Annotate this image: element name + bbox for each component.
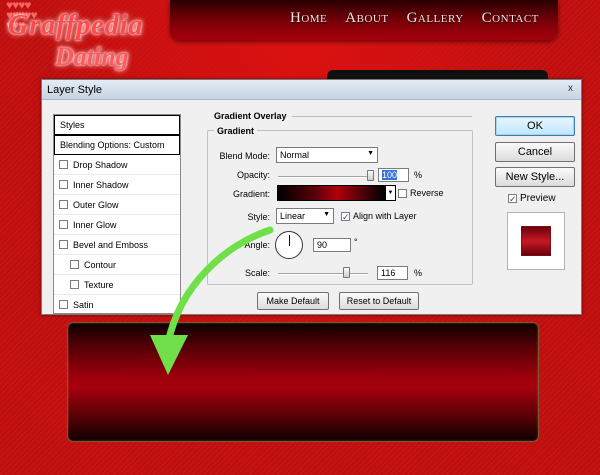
new-style-button[interactable]: New Style... — [495, 167, 575, 187]
style-item-label: Outer Glow — [73, 199, 119, 210]
site-logo[interactable]: ♥♥♥♥ ♥♥♥♥♥ ♥♥♥ Graffpedia Dating — [0, 0, 170, 80]
checkbox[interactable] — [59, 240, 68, 249]
style-item-texture[interactable]: Texture — [54, 275, 180, 295]
scale-slider-thumb[interactable] — [343, 267, 350, 278]
style-item-label: Contour — [84, 259, 117, 270]
style-item-label: Texture — [84, 279, 114, 290]
checkbox[interactable] — [70, 260, 79, 269]
style-item-inner-shadow[interactable]: Inner Shadow — [54, 175, 180, 195]
preview-checkbox[interactable] — [508, 194, 517, 203]
blending-options-item[interactable]: Blending Options: Custom — [54, 135, 180, 155]
style-preview — [507, 212, 565, 270]
group-title: Gradient — [214, 126, 258, 136]
opacity-unit: % — [414, 170, 423, 180]
style-label: Style: — [247, 212, 270, 222]
scale-value: 116 — [381, 268, 396, 278]
close-icon[interactable]: x — [564, 83, 577, 96]
style-item-outer-glow[interactable]: Outer Glow — [54, 195, 180, 215]
opacity-slider[interactable] — [278, 176, 371, 178]
angle-unit: ° — [354, 237, 358, 247]
checkbox[interactable] — [70, 280, 79, 289]
nav-about[interactable]: About — [345, 10, 388, 27]
style-item-label: Bevel and Emboss — [73, 239, 149, 250]
scale-input[interactable]: 116 — [377, 266, 408, 280]
opacity-slider-thumb[interactable] — [367, 170, 374, 181]
section-title: Gradient Overlay — [214, 111, 287, 121]
reverse-checkbox[interactable] — [398, 188, 407, 198]
logo-subtitle: Dating — [55, 42, 129, 71]
checkbox[interactable] — [59, 160, 68, 169]
style-item-drop-shadow[interactable]: Drop Shadow — [54, 155, 180, 175]
preview-label: Preview — [520, 193, 556, 204]
align-with-layer-label: Align with Layer — [353, 211, 417, 221]
result-gradient-box — [67, 322, 539, 442]
checkbox[interactable] — [59, 300, 68, 309]
blend-mode-value: Normal — [280, 150, 310, 160]
angle-label: Angle: — [244, 240, 270, 250]
preview-option[interactable]: Preview — [508, 193, 556, 204]
align-with-layer-option[interactable]: Align with Layer — [341, 211, 417, 221]
main-nav: Home About Gallery Contact — [290, 10, 539, 27]
gradient-swatch[interactable] — [277, 185, 386, 201]
align-with-layer-checkbox[interactable] — [341, 211, 350, 221]
ok-button[interactable]: OK — [495, 116, 575, 136]
section-divider — [292, 116, 472, 117]
style-item-bevel-emboss[interactable]: Bevel and Emboss — [54, 235, 180, 255]
checkbox[interactable] — [59, 200, 68, 209]
checkbox[interactable] — [59, 220, 68, 229]
dialog-title: Layer Style — [47, 83, 103, 96]
dropdown-arrow-icon: ▼ — [323, 211, 330, 218]
style-item-label: Satin — [73, 299, 94, 310]
angle-dial[interactable] — [275, 231, 303, 259]
checkbox[interactable] — [59, 180, 68, 189]
dropdown-arrow-icon: ▼ — [367, 150, 374, 157]
opacity-input[interactable]: 100 — [378, 168, 409, 182]
blend-mode-label: Blend Mode: — [219, 151, 270, 161]
preview-swatch — [521, 226, 551, 256]
style-value: Linear — [280, 211, 306, 221]
angle-value: 90 — [317, 240, 328, 250]
dialog-titlebar[interactable]: Layer Style — [42, 80, 581, 100]
angle-input[interactable]: 90 — [313, 238, 351, 252]
nav-gallery[interactable]: Gallery — [407, 10, 464, 27]
nav-home[interactable]: Home — [290, 10, 327, 27]
scale-label: Scale: — [244, 268, 270, 278]
gradient-dropdown-icon[interactable]: ▼ — [386, 185, 396, 201]
make-default-button[interactable]: Make Default — [257, 292, 329, 310]
style-item-satin[interactable]: Satin — [54, 295, 180, 313]
scale-slider[interactable] — [278, 273, 368, 275]
scale-unit: % — [414, 268, 423, 278]
opacity-value: 100 — [382, 170, 398, 180]
style-item-inner-glow[interactable]: Inner Glow — [54, 215, 180, 235]
styles-header[interactable]: Styles — [54, 115, 180, 135]
nav-contact[interactable]: Contact — [482, 10, 539, 27]
blend-mode-select[interactable]: Normal ▼ — [276, 147, 378, 163]
style-item-contour[interactable]: Contour — [54, 255, 180, 275]
opacity-label: Opacity: — [236, 170, 270, 180]
styles-list: Styles Blending Options: Custom Drop Sha… — [53, 114, 181, 314]
style-item-label: Inner Glow — [73, 219, 117, 230]
logo-title: Graffpedia — [8, 10, 144, 41]
reverse-option[interactable]: Reverse — [398, 188, 444, 198]
reverse-label: Reverse — [410, 188, 444, 198]
style-item-label: Drop Shadow — [73, 159, 128, 170]
style-item-label: Inner Shadow — [73, 179, 129, 190]
reset-to-default-button[interactable]: Reset to Default — [339, 292, 419, 310]
layer-style-dialog: Layer Style x Styles Blending Options: C… — [41, 79, 582, 315]
style-select[interactable]: Linear ▼ — [276, 208, 334, 224]
cancel-button[interactable]: Cancel — [495, 142, 575, 162]
gradient-label: Gradient: — [232, 189, 270, 199]
